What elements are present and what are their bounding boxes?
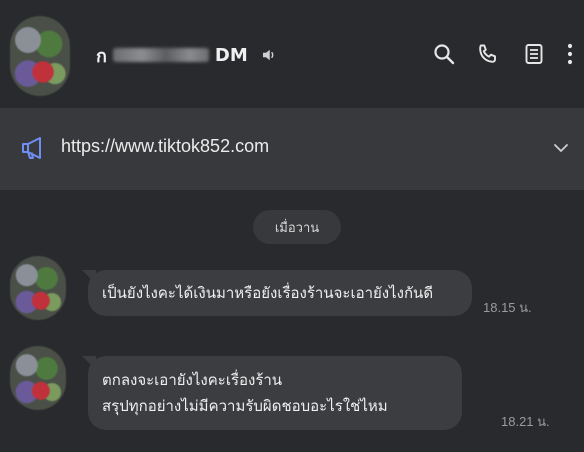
- phone-icon[interactable]: [476, 42, 500, 66]
- more-icon[interactable]: [564, 42, 576, 66]
- message-time: 18.15 น.: [483, 300, 532, 315]
- announcement-link[interactable]: https://www.tiktok852.com: [61, 136, 269, 157]
- contact-name-suffix: DM: [214, 44, 248, 66]
- chevron-down-icon[interactable]: [552, 139, 570, 157]
- date-separator: เมื่อวาน: [253, 210, 341, 244]
- notes-icon[interactable]: [522, 42, 546, 66]
- contact-name-redacted: [112, 48, 209, 62]
- megaphone-icon: [22, 137, 41, 159]
- chat-header: ก DM: [0, 0, 584, 108]
- contact-avatar[interactable]: [10, 16, 70, 96]
- search-icon[interactable]: [432, 42, 456, 66]
- sender-avatar[interactable]: [10, 346, 66, 410]
- message-time: 18.21 น.: [501, 414, 550, 429]
- contact-name[interactable]: ก DM: [96, 44, 278, 67]
- message-bubble[interactable]: เป็นยังไงคะได้เงินมาหรือยังเรื่องร้านจะเ…: [88, 270, 472, 316]
- message-text: เป็นยังไงคะได้เงินมาหรือยังเรื่องร้านจะเ…: [102, 284, 434, 302]
- message-bubble[interactable]: ตกลงจะเอายังไงคะเรื่องร้าน สรุปทุกอย่างไ…: [88, 356, 462, 430]
- speaker-icon: [262, 49, 274, 61]
- message-text: สรุปทุกอย่างไม่มีความรับผิดชอบอะไรใช่ไหม: [102, 397, 388, 415]
- contact-name-prefix: ก: [96, 45, 107, 67]
- sender-avatar[interactable]: [10, 256, 66, 320]
- chat-window: ก DM https://www.tiktok852.com เมื่อวาน …: [0, 0, 584, 452]
- message-text: ตกลงจะเอายังไงคะเรื่องร้าน: [102, 371, 283, 389]
